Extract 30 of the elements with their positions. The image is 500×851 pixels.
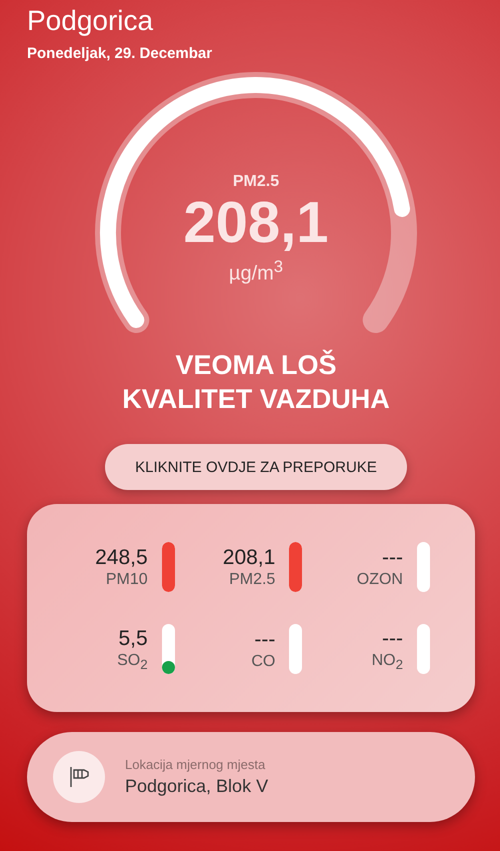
pollutant-value: --- [254, 627, 276, 653]
pollutant-value: 248,5 [95, 545, 148, 571]
gauge-value: 208,1 [183, 191, 329, 255]
pollutant-name: OZON [356, 571, 403, 589]
air-quality-status: VEOMA LOŠ [175, 348, 336, 382]
pollutant-name: CO [251, 653, 276, 671]
pollutant-value: 5,5 [118, 626, 148, 652]
air-quality-status: KVALITET VAZDUHA [122, 383, 390, 416]
recommendations-button[interactable]: KLIKNITE OVDJE ZA PREPORUKE [105, 444, 407, 490]
pollutant-meter [289, 624, 302, 674]
pollutant-value: --- [382, 545, 403, 571]
windsock-icon [53, 751, 105, 803]
location-label: Lokacija mjernog mjesta [125, 757, 266, 772]
pollutant-name: PM2.5 [229, 571, 276, 589]
pollutant-meter [416, 542, 430, 592]
pollutant-name: NO$_{2}$ [372, 652, 403, 672]
location-card[interactable]: Lokacija mjernog mjesta Podgorica, Blok V [27, 732, 475, 822]
location-name: Podgorica, Blok V [125, 776, 268, 797]
city-title: Podgorica [27, 4, 154, 38]
pollutant-value: 208,1 [222, 545, 276, 571]
pollutant-name: PM10 [106, 571, 148, 589]
pollutant-value: --- [382, 626, 403, 652]
date-text: Ponedeljak, 29. Decembar [27, 45, 214, 62]
gauge-unit: µg/m$^{3}$ [228, 257, 284, 286]
pollutant-meter [162, 624, 175, 674]
pollutant-meter [289, 542, 302, 592]
pollutant-meter [162, 542, 175, 592]
pollutant-meter [416, 624, 430, 674]
pollutant-name: SO$_{2}$ [117, 652, 148, 672]
gauge-label: PM2.5 [232, 173, 280, 191]
